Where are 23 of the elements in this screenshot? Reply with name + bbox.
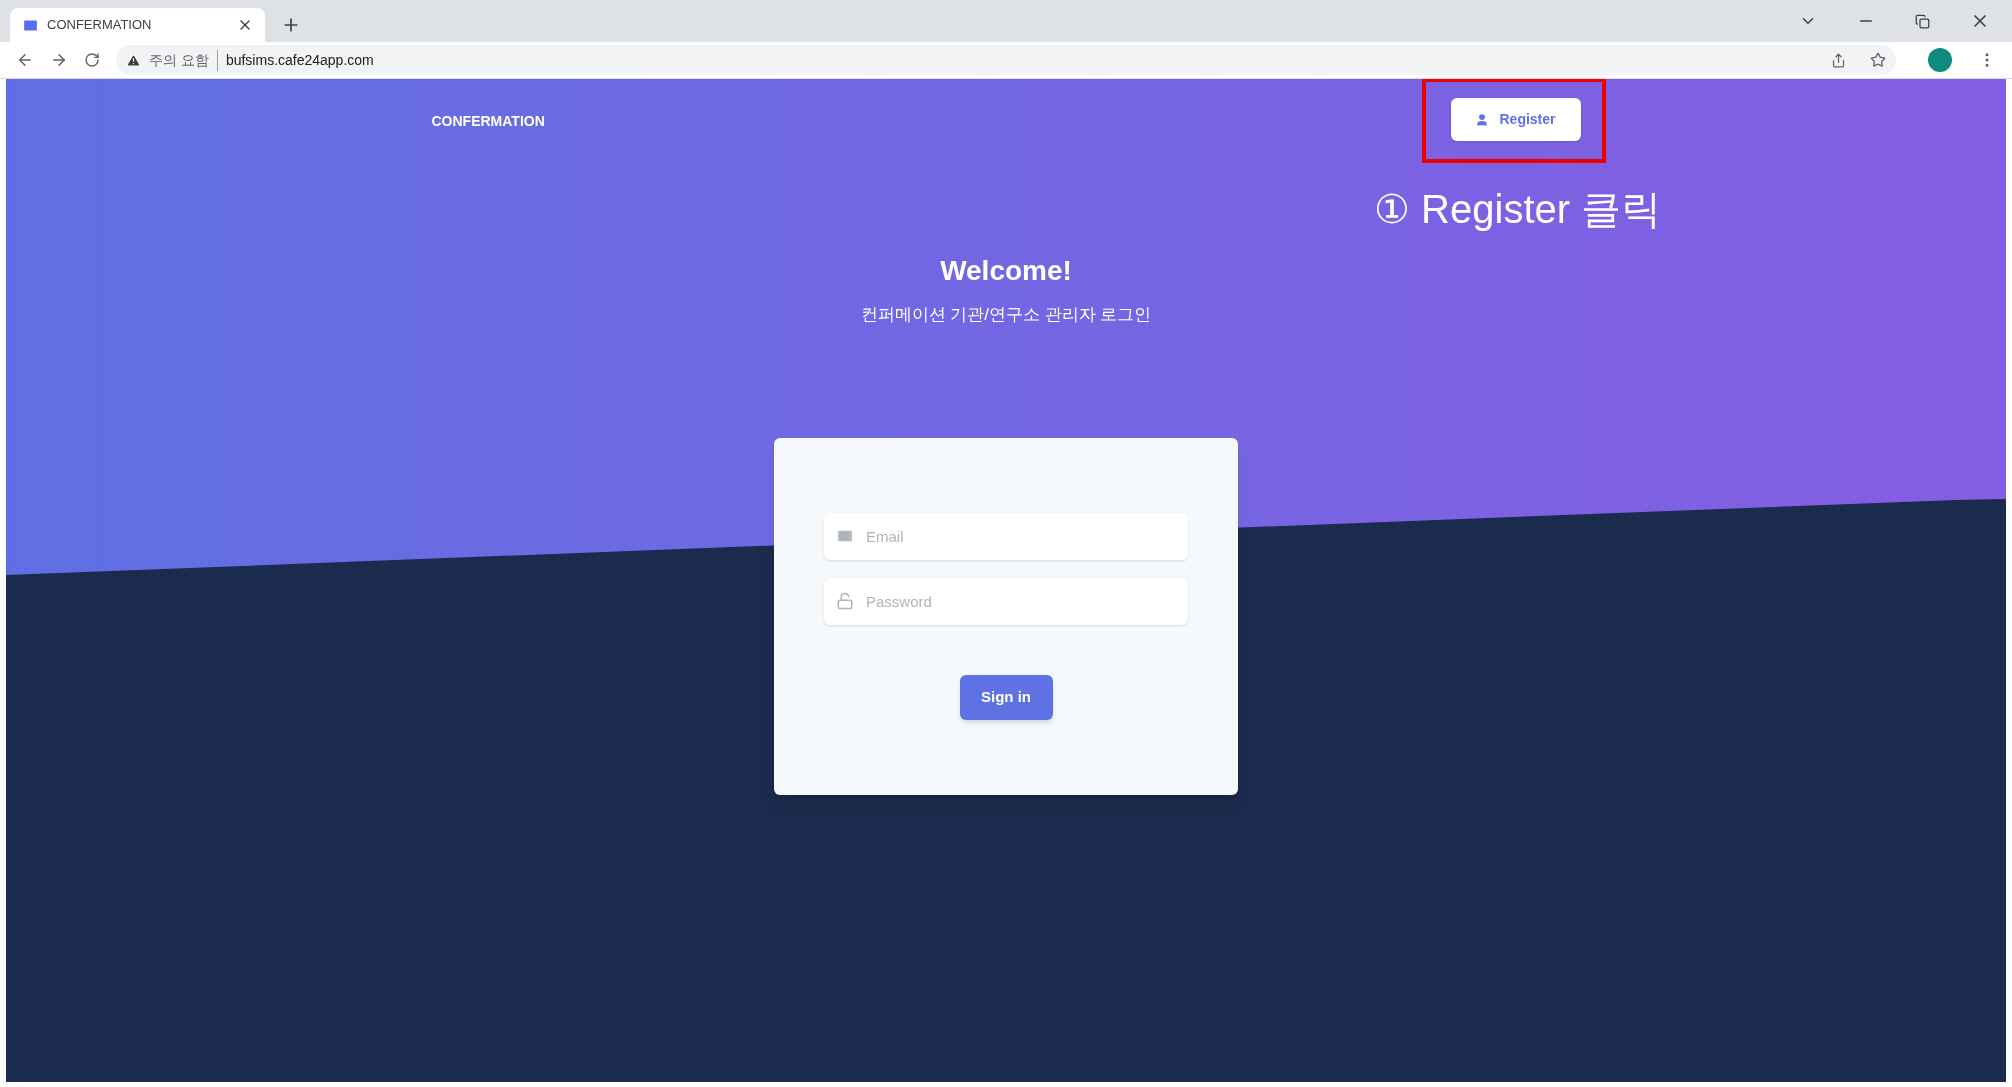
reload-icon[interactable] — [84, 52, 100, 68]
browser-tab[interactable]: CONFERMATION — [10, 8, 265, 42]
register-button[interactable]: Register — [1450, 98, 1581, 141]
address-bar[interactable]: 주의 요함 bufsims.cafe24app.com — [116, 45, 1896, 75]
sign-in-button[interactable]: Sign in — [959, 674, 1053, 720]
restore-icon[interactable] — [1915, 13, 1930, 29]
security-label: 주의 요함 — [149, 49, 218, 71]
brand-name[interactable]: CONFERMATION — [431, 111, 545, 132]
profile-avatar[interactable] — [1928, 48, 1952, 72]
welcome-subtitle: 컨퍼메이션 기관/연구소 관리자 로그인 — [860, 304, 1152, 326]
welcome-title: Welcome! — [940, 254, 1072, 288]
lock-icon — [836, 591, 854, 610]
user-icon — [1475, 112, 1490, 127]
password-field[interactable]: Password — [824, 577, 1188, 625]
warning-icon — [126, 52, 141, 68]
share-icon[interactable] — [1831, 52, 1846, 68]
url-text: bufsims.cafe24app.com — [225, 50, 375, 70]
bookmark-star-icon[interactable] — [1870, 52, 1886, 68]
email-field[interactable]: Email — [824, 512, 1188, 560]
forward-icon[interactable] — [50, 51, 68, 69]
tab-title: CONFERMATION — [47, 16, 153, 35]
annotation-text: ① Register 클릭 — [1374, 186, 1662, 233]
back-icon[interactable] — [16, 51, 34, 69]
